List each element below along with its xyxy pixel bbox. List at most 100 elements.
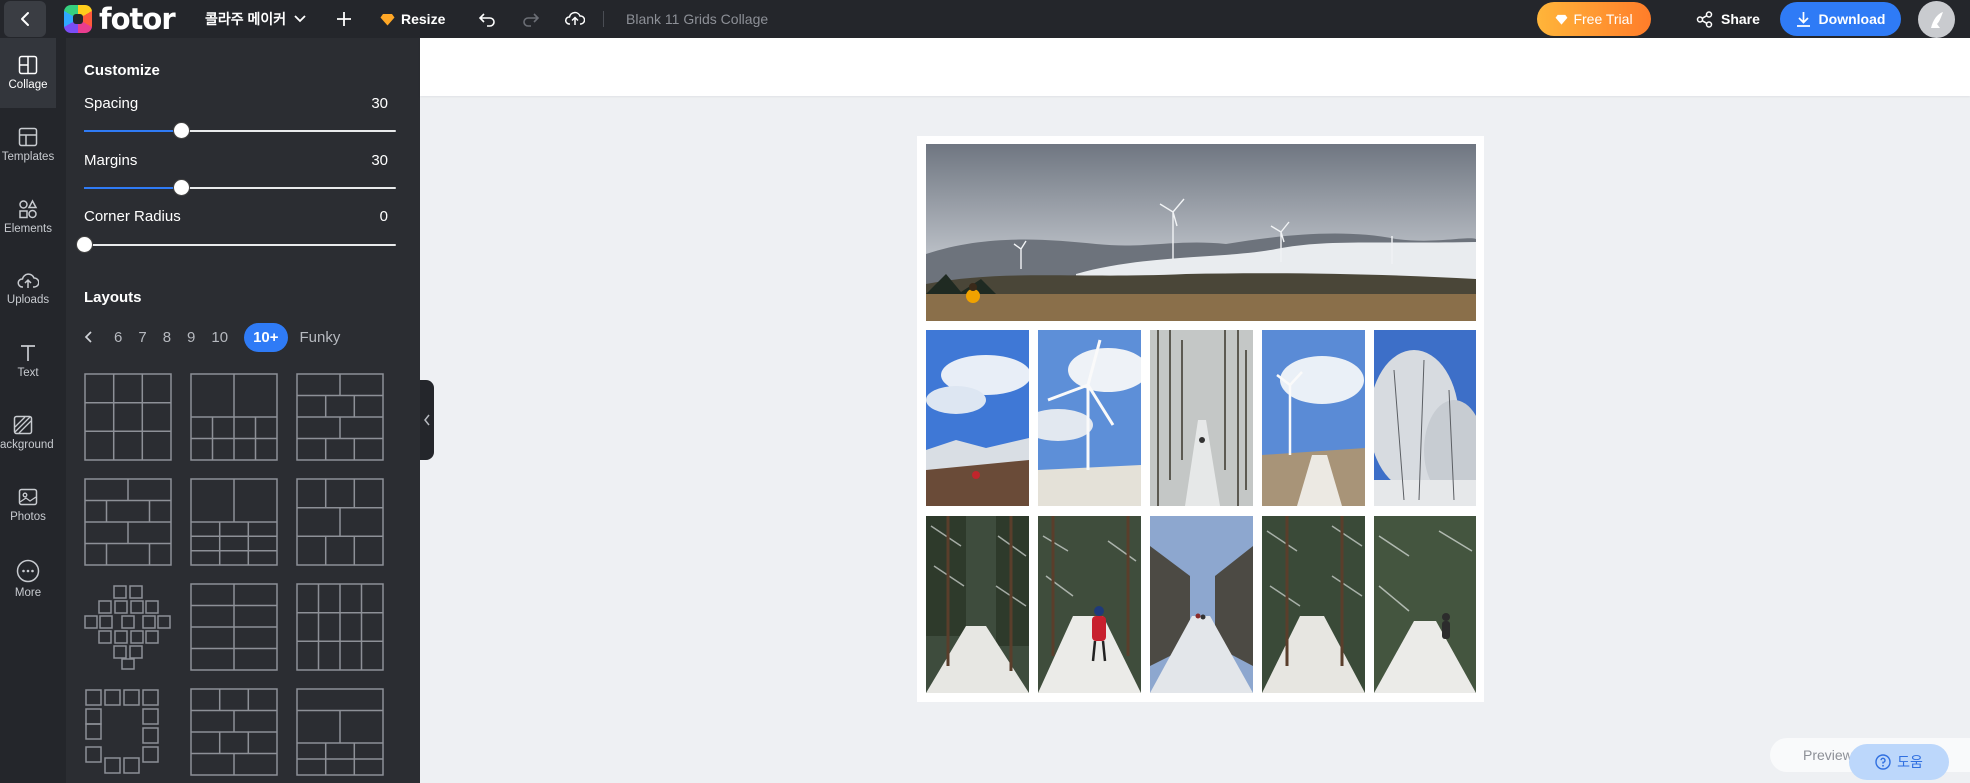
mode-label: 콜라주 메이커 [205, 11, 287, 27]
avatar[interactable] [1918, 1, 1955, 38]
blue-sky-hiker-photo [926, 330, 1029, 506]
fotor-logo-icon [64, 5, 92, 33]
background-icon [13, 415, 33, 435]
layout-thumbnail[interactable] [296, 583, 384, 671]
margins-label: Margins [84, 152, 138, 169]
fotor-logo[interactable]: fotor [64, 2, 176, 36]
collage-photo-slot[interactable] [1374, 330, 1476, 506]
undo-icon [478, 13, 495, 27]
panel-collapse-handle[interactable] [420, 380, 434, 460]
pine-forest-trail-2-photo [1262, 516, 1365, 693]
margins-value: 30 [371, 152, 388, 169]
share-icon [1696, 10, 1713, 28]
canvas-toolbar-area [420, 38, 1970, 96]
spacing-label: Spacing [84, 95, 139, 112]
layout-thumbnail[interactable] [190, 373, 278, 461]
windmill-landscape-photo [926, 144, 1476, 321]
resize-button[interactable]: Resize [380, 0, 445, 38]
tab-8[interactable]: 8 [163, 329, 171, 346]
layout-thumbnail[interactable] [84, 583, 172, 671]
frosted-trees-photo [1374, 330, 1476, 506]
corner-radius-slider-thumb[interactable] [76, 236, 93, 253]
collage-photo-slot[interactable] [1150, 330, 1253, 506]
corner-radius-slider[interactable] [76, 236, 396, 253]
windmill-closeup-photo [1038, 330, 1141, 506]
rail-item-uploads[interactable]: Uploads [0, 254, 56, 324]
collage-photo-slot[interactable] [1374, 516, 1476, 693]
rail-item-more[interactable]: More [0, 544, 56, 614]
collage-photo-slot[interactable] [926, 330, 1029, 506]
tab-funky[interactable]: Funky [300, 329, 341, 346]
rail-item-photos[interactable]: Photos [0, 470, 56, 540]
collage-photo-slot[interactable] [1262, 516, 1365, 693]
collage-photo-slot[interactable] [1038, 516, 1141, 693]
tab-10[interactable]: 10 [211, 329, 228, 346]
cloud-save-button[interactable] [565, 0, 585, 38]
back-button[interactable] [4, 1, 46, 37]
tab-6[interactable]: 6 [114, 329, 122, 346]
collage-photo-slot[interactable] [926, 144, 1476, 321]
margins-slider-thumb[interactable] [172, 179, 190, 196]
layouts-title: Layouts [84, 289, 142, 306]
top-bar: fotor 콜라주 메이커 Resize Blank 11 Grids Coll… [0, 0, 1970, 38]
layout-thumbnail[interactable] [296, 688, 384, 776]
download-button[interactable]: Download [1780, 2, 1901, 36]
rail-item-elements[interactable]: Elements [0, 182, 56, 252]
templates-icon [18, 127, 38, 147]
collage-canvas[interactable] [917, 136, 1484, 702]
chevron-left-icon [424, 414, 430, 426]
tab-7[interactable]: 7 [138, 329, 146, 346]
chevron-down-icon [294, 15, 306, 23]
rail-label-photos: Photos [10, 511, 46, 523]
logo-text: fotor [99, 2, 176, 36]
rail-label-more: More [14, 587, 42, 599]
layout-thumbnail[interactable] [84, 688, 172, 776]
layout-thumbnail[interactable] [296, 478, 384, 566]
diamond-icon [380, 13, 395, 25]
tab-9[interactable]: 9 [187, 329, 195, 346]
bird-avatar-icon [1930, 11, 1943, 28]
rail-item-background[interactable]: Background [0, 398, 56, 468]
text-icon [21, 345, 35, 361]
resize-label: Resize [401, 11, 446, 27]
margins-slider[interactable] [84, 179, 396, 196]
rail-label-elements: Elements [4, 223, 52, 235]
collage-photo-slot[interactable] [1262, 330, 1365, 506]
rail-item-text[interactable]: Text [0, 326, 56, 396]
help-icon [1875, 754, 1891, 770]
spacing-slider-thumb[interactable] [172, 122, 190, 139]
collage-photo-slot[interactable] [1150, 516, 1253, 693]
margins-slider-fill [84, 187, 181, 189]
undo-button[interactable] [478, 0, 496, 38]
rail-label-templates: Templates [1, 151, 55, 163]
windmill-trail-photo [1262, 330, 1365, 506]
help-button[interactable]: 도움 [1849, 744, 1949, 780]
layout-thumbnail[interactable] [84, 373, 172, 461]
free-trial-button[interactable]: Free Trial [1537, 2, 1651, 36]
spacing-slider[interactable] [84, 122, 396, 139]
tab-10-plus[interactable]: 10+ [244, 322, 288, 352]
snowy-forest-path-photo [1150, 330, 1253, 506]
rail-item-collage[interactable]: Collage [0, 38, 56, 108]
share-button[interactable]: Share [1696, 0, 1760, 38]
toolbar-divider [603, 11, 604, 27]
pine-forest-trail-photo [926, 516, 1029, 693]
add-button[interactable] [336, 0, 352, 38]
download-label: Download [1818, 11, 1886, 27]
hiker-red-jacket-photo [1038, 516, 1141, 693]
layout-thumbnail[interactable] [190, 688, 278, 776]
layout-thumbnail[interactable] [296, 373, 384, 461]
redo-icon [523, 13, 540, 27]
collage-photo-slot[interactable] [1038, 330, 1141, 506]
tool-rail: Collage Templates Elements Uploads Text … [0, 38, 66, 783]
redo-button[interactable] [522, 0, 540, 38]
chevron-left-icon[interactable] [84, 330, 94, 344]
share-label: Share [1721, 11, 1760, 27]
rail-item-templates[interactable]: Templates [0, 110, 56, 180]
document-title[interactable]: Blank 11 Grids Collage [626, 0, 768, 38]
collage-photo-slot[interactable] [926, 516, 1029, 693]
layout-thumbnail[interactable] [190, 583, 278, 671]
layout-thumbnail[interactable] [84, 478, 172, 566]
layout-thumbnail[interactable] [190, 478, 278, 566]
mode-dropdown[interactable]: 콜라주 메이커 [205, 0, 306, 38]
